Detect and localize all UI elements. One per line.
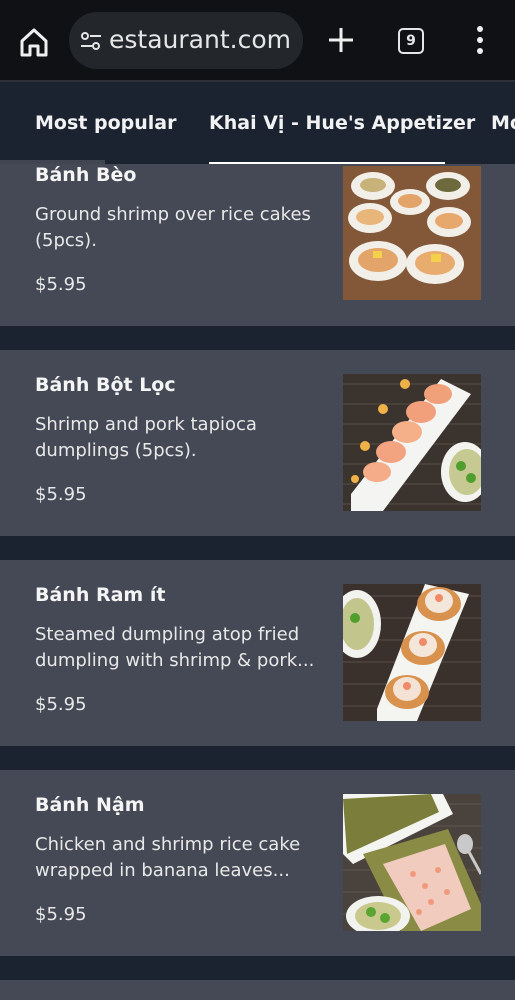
item-price: $5.95 bbox=[35, 694, 87, 715]
item-price: $5.95 bbox=[35, 484, 87, 505]
item-name: Bánh Bèo bbox=[35, 164, 137, 186]
url-text: estaurant.com bbox=[109, 25, 291, 54]
tab-hue-appetizer[interactable]: Khai Vị - Hue's Appetizer bbox=[209, 112, 475, 134]
tab-most-popular[interactable]: Most popular bbox=[35, 112, 176, 134]
tab-next-category[interactable]: Mó bbox=[491, 112, 515, 134]
item-photo bbox=[343, 794, 481, 931]
item-name: Bánh Bột Lọc bbox=[35, 374, 176, 396]
site-settings-icon[interactable] bbox=[79, 29, 103, 53]
menu-item-card[interactable]: Bánh Ram ít Steamed dumpling atop fried … bbox=[0, 560, 515, 746]
menu-item-card[interactable]: Bánh Nậm Chicken and shrimp rice cake wr… bbox=[0, 770, 515, 956]
item-name: Bánh Nậm bbox=[35, 794, 145, 816]
new-tab-icon[interactable] bbox=[325, 24, 357, 56]
item-price: $5.95 bbox=[35, 274, 87, 295]
menu-item-card[interactable] bbox=[0, 980, 515, 1000]
item-description: Shrimp and pork tapioca dumplings (5pcs)… bbox=[35, 414, 257, 461]
item-description: Chicken and shrimp rice cake wrapped in … bbox=[35, 834, 301, 881]
browser-toolbar: estaurant.com 9 bbox=[0, 0, 515, 80]
menu-item-card[interactable]: Bánh Bèo Ground shrimp over rice cakes (… bbox=[0, 164, 515, 326]
item-description: Steamed dumpling atop fried dumpling wit… bbox=[35, 624, 315, 671]
item-photo bbox=[343, 166, 481, 300]
more-options-icon[interactable] bbox=[468, 22, 492, 58]
item-description: Ground shrimp over rice cakes (5pcs). bbox=[35, 204, 311, 251]
menu-item-card[interactable]: Bánh Bột Lọc Shrimp and pork tapioca dum… bbox=[0, 350, 515, 536]
tab-switcher-button[interactable]: 9 bbox=[398, 28, 424, 54]
item-photo bbox=[343, 374, 481, 511]
item-price: $5.95 bbox=[35, 904, 87, 925]
category-nav: Most popular Khai Vị - Hue's Appetizer M… bbox=[0, 82, 515, 164]
home-icon[interactable] bbox=[14, 22, 54, 62]
address-bar[interactable]: estaurant.com bbox=[69, 12, 303, 69]
item-photo bbox=[343, 584, 481, 721]
item-name: Bánh Ram ít bbox=[35, 584, 166, 606]
